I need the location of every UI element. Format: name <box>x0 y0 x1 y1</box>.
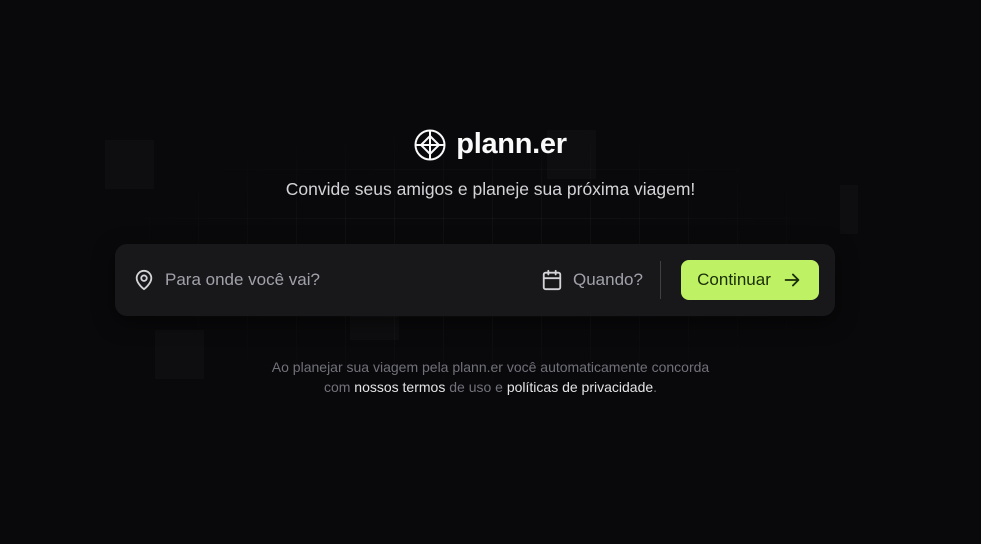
privacy-link[interactable]: políticas de privacidade <box>507 379 653 395</box>
brand: plann.er <box>0 128 981 161</box>
destination-field[interactable] <box>133 244 505 316</box>
legal-notice: Ao planejar sua viagem pela plann.er voc… <box>0 357 981 397</box>
calendar-icon <box>541 269 563 291</box>
destination-input[interactable] <box>165 270 505 290</box>
continue-label: Continuar <box>697 270 771 289</box>
legal-prefix: com <box>323 379 351 395</box>
globe-compass-icon <box>414 129 446 161</box>
legal-middle: de uso e <box>449 379 503 395</box>
map-pin-icon <box>133 269 155 291</box>
tagline: Convide seus amigos e planeje sua próxim… <box>285 179 696 199</box>
terms-link[interactable]: nossos termos <box>354 379 445 395</box>
date-label: Quando? <box>573 270 643 289</box>
legal-suffix: . <box>653 379 658 395</box>
trip-search-bar: Quando? Continuar <box>115 244 835 316</box>
date-picker-button[interactable]: Quando? <box>541 244 643 316</box>
legal-line-1: Ao planejar sua viagem pela plann.er voc… <box>271 359 710 375</box>
arrow-right-icon <box>781 269 803 291</box>
page: plann.er Convide seus amigos e planeje s… <box>0 0 981 544</box>
divider <box>660 261 661 299</box>
brand-name: plann.er <box>456 128 567 160</box>
continue-button[interactable]: Continuar <box>681 260 819 300</box>
